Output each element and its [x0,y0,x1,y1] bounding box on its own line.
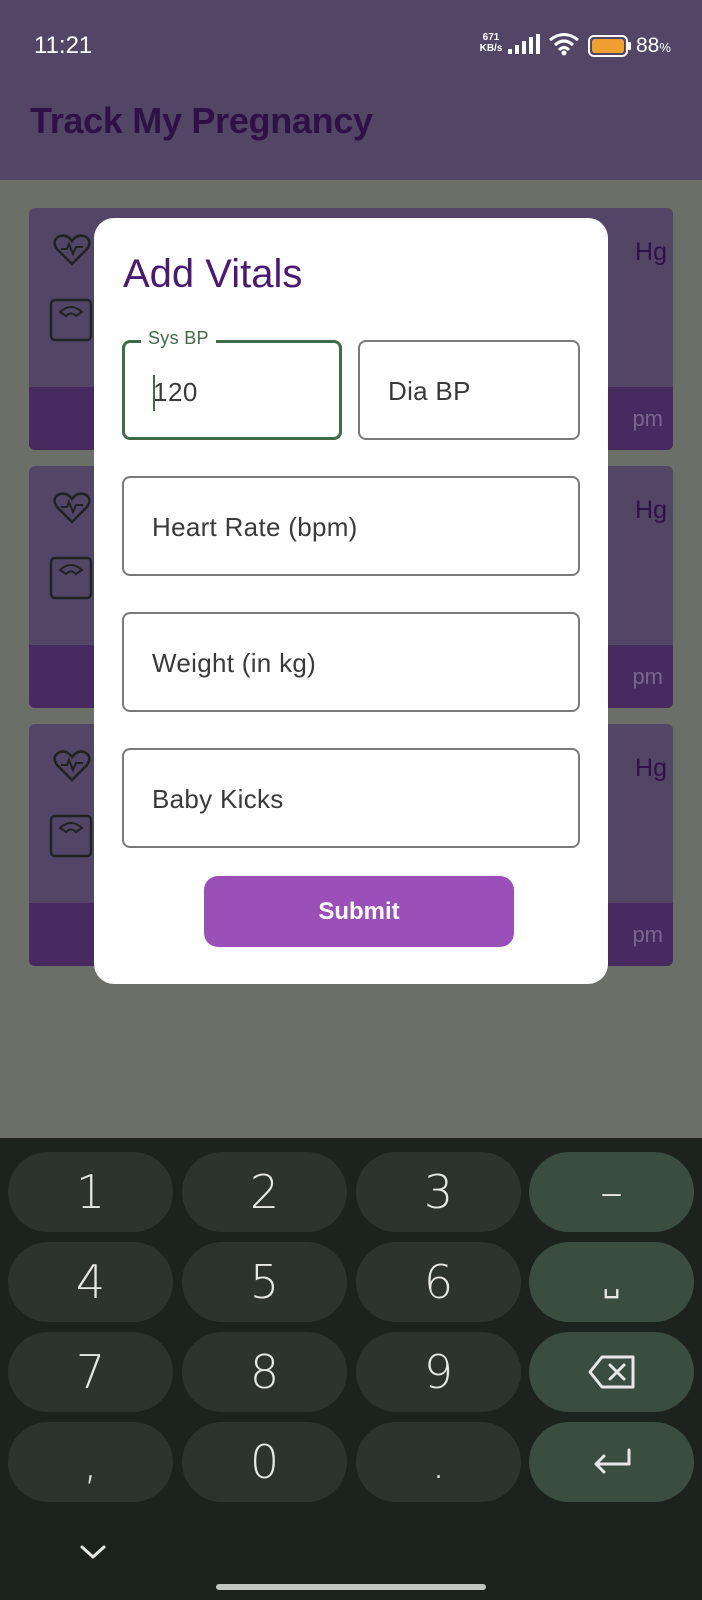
bp-unit-text: Hg [635,496,667,524]
dia-bp-placeholder: Dia BP [388,376,471,406]
bp-unit-text: Hg [635,754,667,782]
key-9[interactable]: 9 [356,1332,521,1412]
sys-bp-input[interactable]: Sys BP 120 [122,328,342,440]
network-speed-unit: KB/s [479,43,503,54]
weight-placeholder: Weight (in kg) [152,648,317,678]
battery-percentage: 88% [636,34,671,58]
status-bar: 11:21 671 KB/s 88% [0,0,702,88]
battery-unit: % [659,40,671,55]
heart-rate-placeholder: Heart Rate (bpm) [152,512,358,542]
card-time-text: pm [632,406,663,431]
dialog-title: Add Vitals [123,252,303,296]
key-6[interactable]: 6 [356,1242,521,1322]
submit-button[interactable]: Submit [204,876,514,947]
battery-value: 88 [636,34,660,57]
card-time-text: pm [632,664,663,689]
heart-rate-icon [53,492,91,524]
weight-input[interactable]: Weight (in kg) [122,612,580,712]
key-4[interactable]: 4 [8,1242,173,1322]
key-3[interactable]: 3 [356,1152,521,1232]
baby-kicks-placeholder: Baby Kicks [152,784,284,814]
chevron-down-icon[interactable] [78,1542,108,1562]
heart-rate-icon [53,234,91,266]
card-time-text: pm [632,922,663,947]
dia-bp-input[interactable]: Dia BP [358,340,580,440]
network-speed: 671 KB/s [476,32,506,54]
key-0[interactable]: 0 [182,1422,347,1502]
period-key[interactable]: . [356,1422,521,1502]
navigation-handle[interactable] [216,1584,486,1590]
sys-bp-value: 120 [153,377,198,407]
key-2[interactable]: 2 [182,1152,347,1232]
weight-scale-icon [49,298,93,342]
heart-rate-input[interactable]: Heart Rate (bpm) [122,476,580,576]
comma-key[interactable]: , [8,1422,173,1502]
baby-kicks-input[interactable]: Baby Kicks [122,748,580,848]
add-vitals-dialog: Add Vitals Sys BP 120 Dia BP Heart Rate … [94,218,608,984]
cellular-signal-icon [508,34,540,54]
app-title: Track My Pregnancy [30,100,373,141]
space-key[interactable]: ␣ [529,1242,694,1322]
sys-bp-label: Sys BP [141,328,216,349]
enter-icon [594,1448,630,1474]
battery-icon [588,35,631,57]
key-5[interactable]: 5 [182,1242,347,1322]
weight-scale-icon [49,814,93,858]
network-speed-value: 671 [482,32,500,43]
enter-key[interactable] [529,1422,694,1502]
backspace-icon [588,1355,634,1389]
wifi-icon [549,33,579,56]
key-1[interactable]: 1 [8,1152,173,1232]
key-8[interactable]: 8 [182,1332,347,1412]
bp-unit-text: Hg [635,238,667,266]
backspace-key[interactable] [529,1332,694,1412]
key-7[interactable]: 7 [8,1332,173,1412]
weight-scale-icon [49,556,93,600]
heart-rate-icon [53,750,91,782]
status-time: 11:21 [34,32,93,59]
minus-key[interactable]: – [529,1152,694,1232]
